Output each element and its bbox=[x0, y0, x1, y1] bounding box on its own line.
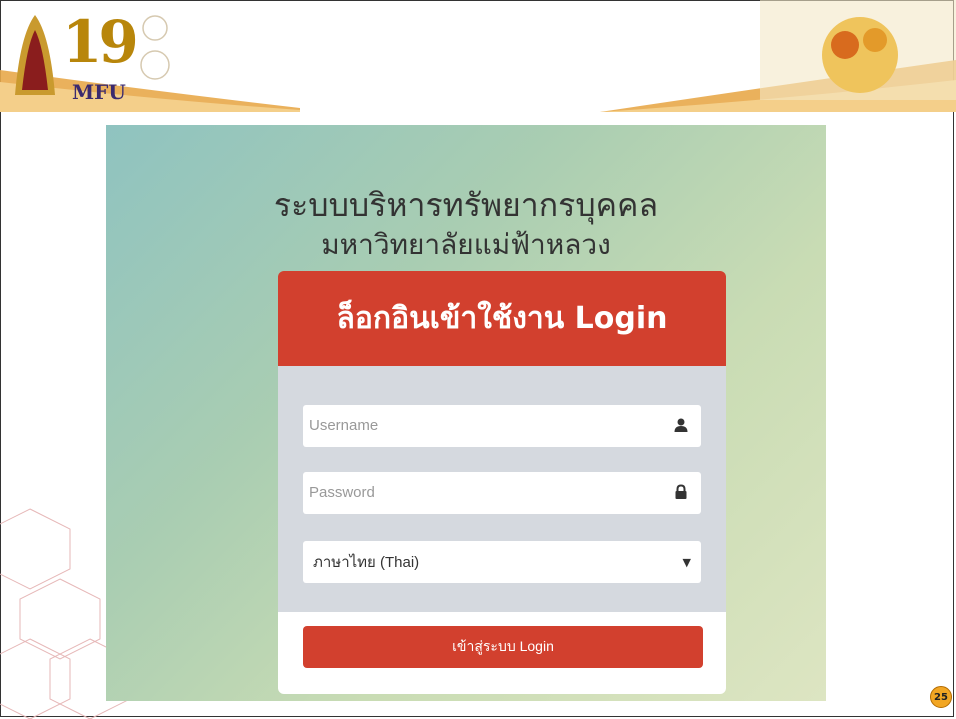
password-field[interactable] bbox=[303, 472, 701, 514]
logo-text: MFU bbox=[72, 80, 126, 104]
login-submit-button[interactable]: เข้าสู่ระบบ Login bbox=[303, 626, 703, 668]
dropdown-caret-icon: ▼ bbox=[682, 556, 691, 569]
password-input[interactable] bbox=[303, 472, 655, 512]
language-select[interactable]: ภาษาไทย (Thai) ▼ bbox=[303, 541, 701, 583]
login-panel-title: ล็อกอินเข้าใช้งาน Login bbox=[336, 301, 668, 336]
lock-icon bbox=[675, 484, 687, 499]
header-decoration bbox=[0, 0, 956, 112]
username-input[interactable] bbox=[303, 405, 655, 445]
logo-number: 19 bbox=[62, 8, 139, 76]
login-panel-header: ล็อกอินเข้าใช้งาน Login bbox=[278, 271, 726, 366]
user-icon bbox=[674, 418, 688, 432]
username-field[interactable] bbox=[303, 405, 701, 447]
language-selected-value: ภาษาไทย (Thai) bbox=[313, 554, 420, 571]
slide-header: 19 MFU bbox=[0, 0, 956, 112]
university-name: มหาวิทยาลัยแม่ฟ้าหลวง bbox=[321, 228, 611, 261]
slide-page-number: 25 bbox=[930, 686, 952, 708]
